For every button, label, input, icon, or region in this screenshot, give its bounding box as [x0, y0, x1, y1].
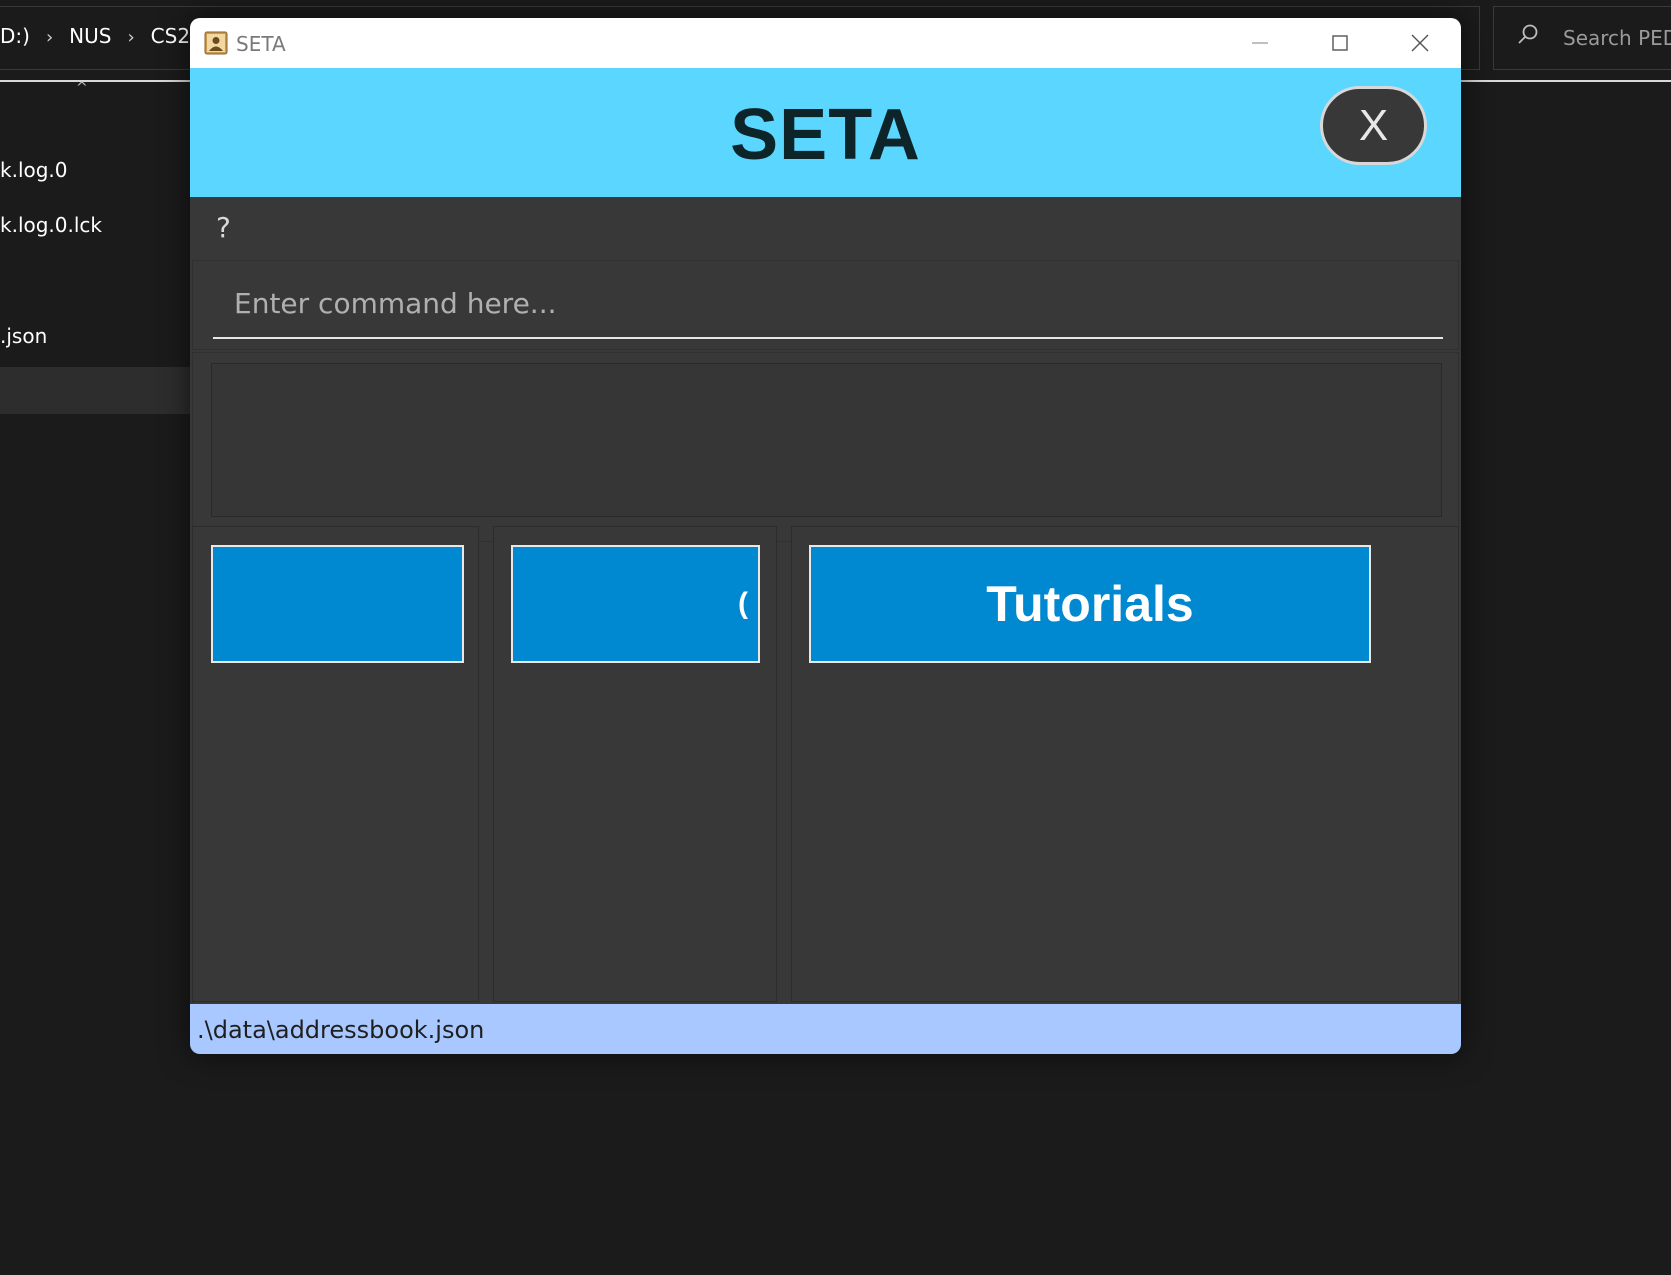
contact-book-icon	[204, 31, 228, 55]
close-icon	[1411, 34, 1429, 52]
search-icon	[1518, 24, 1538, 44]
status-bar: .\data\addressbook.json	[190, 1004, 1461, 1054]
maximize-icon	[1332, 35, 1348, 51]
command-input[interactable]	[213, 269, 1443, 339]
save-location-path: .\data\addressbook.json	[197, 1016, 485, 1044]
menu-bar: ?	[190, 197, 1461, 260]
sort-caret-icon[interactable]: ^	[76, 80, 88, 96]
command-box	[192, 260, 1459, 350]
breadcrumb: D:) › NUS › CS21	[0, 24, 203, 48]
window-close-button[interactable]	[1380, 18, 1460, 68]
app-header: SETA X	[190, 68, 1461, 197]
chevron-right-icon: ›	[45, 27, 54, 48]
seta-window: SETA SETA X ? ( Tutorials .\data\address…	[190, 18, 1461, 1054]
title-bar[interactable]: SETA	[190, 18, 1461, 68]
minimize-icon	[1252, 42, 1268, 44]
maximize-button[interactable]	[1300, 18, 1380, 68]
tutorial-list-panel: Tutorials	[791, 526, 1459, 1002]
breadcrumb-nus[interactable]: NUS	[69, 24, 111, 48]
panel-header-button[interactable]	[211, 545, 464, 663]
question-list-panel: (	[493, 526, 777, 1002]
exit-button[interactable]: X	[1320, 86, 1427, 165]
window-title: SETA	[236, 32, 286, 56]
tutorials-button[interactable]: Tutorials	[809, 545, 1371, 663]
result-display-container	[192, 352, 1459, 542]
help-button[interactable]: ?	[216, 211, 231, 244]
app-title: SETA	[730, 95, 921, 175]
breadcrumb-drive[interactable]: D:)	[0, 24, 30, 48]
chevron-right-icon: ›	[127, 27, 135, 48]
file-item[interactable]: .json	[0, 324, 47, 348]
selected-file-row[interactable]	[0, 367, 200, 414]
file-item[interactable]: k.log.0	[0, 158, 68, 182]
search-input[interactable]: Search PED	[1563, 26, 1671, 50]
panel-header-label: (	[738, 587, 748, 620]
file-item[interactable]: k.log.0.lck	[0, 213, 102, 237]
result-display	[211, 363, 1442, 517]
panel-header-button[interactable]: (	[511, 545, 760, 663]
minimize-button[interactable]	[1220, 18, 1300, 68]
student-list-panel	[192, 526, 479, 1002]
